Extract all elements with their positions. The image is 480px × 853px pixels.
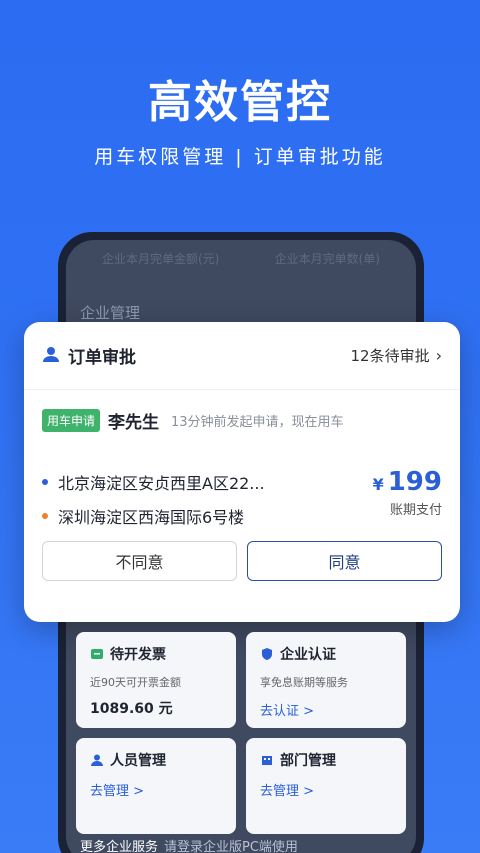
department-icon <box>260 753 274 767</box>
user-icon <box>42 345 60 367</box>
request-type-badge: 用车申请 <box>42 409 101 432</box>
request-row: 用车申请 李先生 13分钟前发起申请，现在用车 <box>24 390 460 433</box>
payment-type: 账期支付 <box>389 503 442 518</box>
shield-icon <box>260 647 274 661</box>
tile-certification[interactable]: 企业认证 享免息账期等服务 去认证 > <box>246 632 406 728</box>
tile-certification-title: 企业认证 <box>280 647 336 663</box>
route-info: 北京海淀区安贞西里A区22... 深圳海淀区西海国际6号楼 ¥199 账期支付 <box>42 465 442 533</box>
from-address: 北京海淀区安贞西里A区22... <box>58 474 265 493</box>
approval-card: 订单审批 12条待审批 › 用车申请 李先生 13分钟前发起申请，现在用车 北京… <box>24 322 460 622</box>
stats-row: 企业本月完单金额(元) 企业本月完单数(单) <box>66 250 416 267</box>
tile-invoice-title: 待开发票 <box>110 647 166 663</box>
tile-certification-link[interactable]: 去认证 > <box>260 700 392 719</box>
request-time: 13分钟前发起申请，现在用车 <box>171 415 344 430</box>
price-amount: 199 <box>387 467 442 497</box>
chevron-right-icon: › <box>435 346 442 365</box>
hero-title: 高效管控 <box>148 77 332 128</box>
reject-button[interactable]: 不同意 <box>42 541 237 581</box>
approval-header[interactable]: 订单审批 12条待审批 › <box>24 322 460 390</box>
tile-invoice-sub: 近90天可开票金额 <box>90 676 181 689</box>
tile-personnel-title: 人员管理 <box>110 753 166 769</box>
agree-button[interactable]: 同意 <box>247 541 442 581</box>
tile-invoice-value: 1089.60 元 <box>90 701 173 717</box>
tile-personnel[interactable]: 人员管理 去管理 > <box>76 738 236 834</box>
person-icon <box>90 753 104 767</box>
monthly-orders-label: 企业本月完单数(单) <box>274 252 380 266</box>
service-tiles: 待开发票 近90天可开票金额 1089.60 元 企业认证 享免息账期等服务 去… <box>76 632 406 834</box>
tile-certification-sub: 享免息账期等服务 <box>260 676 348 689</box>
approval-title: 订单审批 <box>68 348 136 368</box>
tile-department[interactable]: 部门管理 去管理 > <box>246 738 406 834</box>
more-services-title: 更多企业服务 <box>80 840 159 853</box>
action-buttons: 不同意 同意 <box>42 541 442 581</box>
more-services-hint: 请登录企业版PC端使用 <box>164 840 298 853</box>
to-address: 深圳海淀区西海国际6号楼 <box>58 508 245 527</box>
hero-subtitle: 用车权限管理 | 订单审批功能 <box>94 146 386 168</box>
tile-department-link[interactable]: 去管理 > <box>260 780 392 799</box>
price-block: ¥199 账期支付 <box>373 467 442 518</box>
to-dot-icon <box>42 513 48 519</box>
tile-invoice[interactable]: 待开发票 近90天可开票金额 1089.60 元 <box>76 632 236 728</box>
requester-name: 李先生 <box>108 413 160 433</box>
pending-count: 12条待审批 <box>350 347 430 365</box>
currency-symbol: ¥ <box>372 475 384 494</box>
pending-count-link[interactable]: 12条待审批 › <box>351 345 443 366</box>
more-services: 更多企业服务 请登录企业版PC端使用 <box>80 836 298 853</box>
monthly-amount-label: 企业本月完单金额(元) <box>102 252 220 266</box>
section-title: 企业管理 <box>80 304 141 322</box>
from-dot-icon <box>42 479 48 485</box>
tile-personnel-link[interactable]: 去管理 > <box>90 780 222 799</box>
invoice-icon <box>90 647 104 661</box>
tile-department-title: 部门管理 <box>280 753 336 769</box>
